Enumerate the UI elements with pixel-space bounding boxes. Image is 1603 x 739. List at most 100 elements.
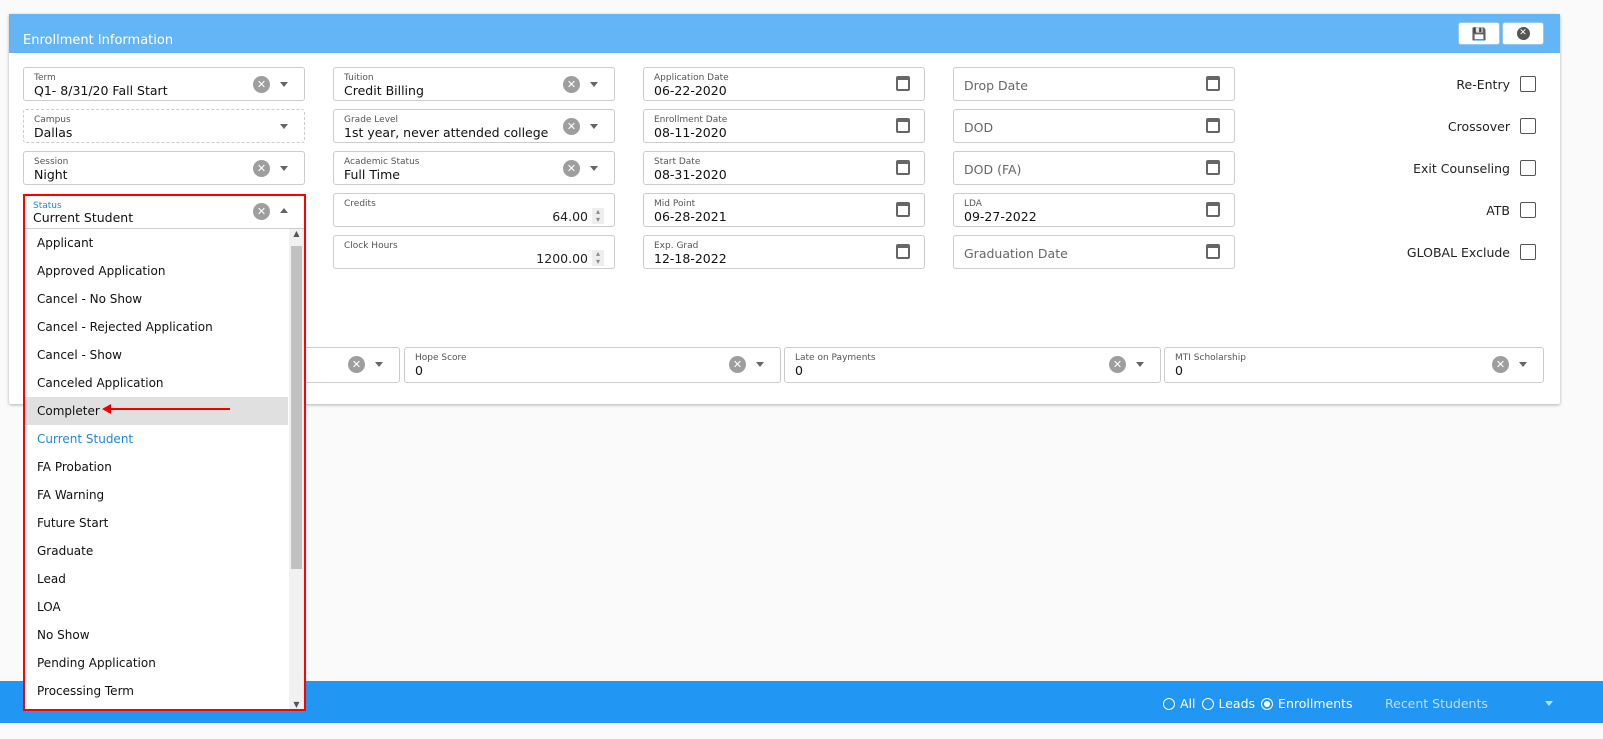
calendar-icon[interactable] [896,202,910,217]
status-option[interactable]: No Show [25,621,288,649]
caret-down-icon[interactable] [1136,362,1144,367]
status-option[interactable]: LOA [25,593,288,621]
application-date-date[interactable]: Application Date 06-22-2020 [643,67,925,101]
date-field[interactable]: DOD [953,109,1235,143]
clock-hours-input[interactable]: Clock Hours 1200.00 ▴ ▾ [333,235,615,269]
calendar-icon[interactable] [896,160,910,175]
clear-icon[interactable]: ✕ [563,160,580,177]
calendar-icon[interactable] [1206,160,1220,175]
caret-down-icon[interactable] [280,166,288,171]
radio-icon[interactable] [1201,698,1214,710]
term-select[interactable]: Term Q1- 8/31/20 Fall Start ✕ [23,67,305,101]
mid-point-date[interactable]: Mid Point 06-28-2021 [643,193,925,227]
clear-icon[interactable]: ✕ [729,356,746,373]
recent-students-select[interactable]: Recent Students [1385,696,1488,711]
status-dropdown[interactable]: Status Current Student ✕ Applicant Approved … [23,194,306,711]
bottom-select[interactable]: Hope Score 0 ✕ [404,347,781,383]
bottom-select[interactable]: MTI Scholarship 0 ✕ [1164,347,1544,383]
field-label: MTI Scholarship [1175,353,1246,363]
caret-up-icon[interactable] [280,208,288,213]
calendar-icon[interactable] [1206,118,1220,133]
status-option[interactable]: Current Student [25,425,288,453]
radio-leads[interactable]: Leads [1201,696,1255,711]
clear-icon[interactable]: ✕ [563,118,580,135]
calendar-icon[interactable] [1206,244,1220,259]
status-option[interactable]: Processing Term [25,677,288,705]
status-select[interactable]: Status Current Student ✕ [25,196,304,229]
calendar-icon[interactable] [896,76,910,91]
checkbox-label: ATB [1486,203,1510,218]
checkbox[interactable] [1520,76,1536,92]
spinner-icon[interactable]: ▴ ▾ [592,208,604,224]
date-field[interactable]: DOD (FA) [953,151,1235,185]
caret-down-icon[interactable] [590,166,598,171]
exp-grad-date[interactable]: Exp. Grad 12-18-2022 [643,235,925,269]
start-date-date[interactable]: Start Date 08-31-2020 [643,151,925,185]
status-option[interactable]: Cancel - Show [25,341,288,369]
caret-down-icon[interactable] [280,124,288,129]
status-option[interactable]: Applicant [25,229,288,257]
date-field[interactable]: Drop Date [953,67,1235,101]
checkbox[interactable] [1520,202,1536,218]
status-option[interactable]: Future Start [25,509,288,537]
caret-down-icon[interactable] [756,362,764,367]
spinner-icon[interactable]: ▴ ▾ [592,250,604,266]
caret-down-icon[interactable] [1519,362,1527,367]
date-field[interactable]: Graduation Date [953,235,1235,269]
field-label: Tuition [344,73,374,83]
scroll-up-icon[interactable]: ▲ [289,229,304,238]
checkbox[interactable] [1520,118,1536,134]
calendar-icon[interactable] [896,244,910,259]
checkbox[interactable] [1520,160,1536,176]
status-option[interactable]: FA Warning [25,481,288,509]
academic-status-select[interactable]: Academic Status Full Time ✕ [333,151,615,185]
clear-icon[interactable]: ✕ [253,160,270,177]
bottom-select[interactable]: Late on Payments 0 ✕ [784,347,1161,383]
chevron-down-icon[interactable] [1545,701,1553,706]
radio-all[interactable]: All [1163,696,1196,711]
status-option[interactable]: Canceled Application [25,369,288,397]
status-option[interactable]: Pending Application [25,649,288,677]
status-option[interactable]: Cancel - Rejected Application [25,313,288,341]
caret-down-icon[interactable] [280,82,288,87]
field-label: Exp. Grad [654,241,699,251]
scrollbar[interactable]: ▲ ▼ [289,229,304,709]
calendar-icon[interactable] [896,118,910,133]
enrollment-date-date[interactable]: Enrollment Date 08-11-2020 [643,109,925,143]
status-option[interactable]: Lead [25,565,288,593]
clear-icon[interactable]: ✕ [348,356,365,373]
status-option[interactable]: Cancel - No Show [25,285,288,313]
save-button[interactable]: 💾 [1458,22,1500,45]
field-label: Credits [344,199,376,209]
status-option[interactable]: Approved Application [25,257,288,285]
close-button[interactable]: ✕ [1502,22,1544,45]
clear-icon[interactable]: ✕ [1109,356,1126,373]
scroll-down-icon[interactable]: ▼ [289,700,304,709]
calendar-icon[interactable] [1206,202,1220,217]
date-field[interactable]: LDA 09-27-2022 [953,193,1235,227]
status-option[interactable]: FA Probation [25,453,288,481]
status-option[interactable]: Completer [25,397,288,425]
grade-level-select[interactable]: Grade Level 1st year, never attended coll… [333,109,615,143]
scrollbar-thumb[interactable] [291,246,302,569]
status-option[interactable]: Graduate [25,537,288,565]
checkbox[interactable] [1520,244,1536,260]
radio-icon[interactable] [1163,698,1175,710]
clear-icon[interactable]: ✕ [1492,356,1509,373]
clear-icon[interactable]: ✕ [253,76,270,93]
calendar-icon[interactable] [1206,76,1220,91]
radio-icon[interactable] [1261,698,1274,710]
session-select[interactable]: Session Night ✕ [23,151,305,185]
credits-input[interactable]: Credits 64.00 ▴ ▾ [333,193,615,227]
radio-enrollments[interactable]: Enrollments [1261,696,1353,711]
panel-title: Enrollment Information [9,14,1560,53]
tuition-select[interactable]: Tuition Credit Billing ✕ [333,67,615,101]
campus-select[interactable]: Campus Dallas [23,109,305,143]
caret-down-icon[interactable] [375,362,383,367]
field-label: Grade Level [344,115,399,125]
clear-icon[interactable]: ✕ [563,76,580,93]
close-circle-icon: ✕ [1516,27,1530,40]
caret-down-icon[interactable] [590,124,598,129]
clear-icon[interactable]: ✕ [253,203,270,220]
caret-down-icon[interactable] [590,82,598,87]
